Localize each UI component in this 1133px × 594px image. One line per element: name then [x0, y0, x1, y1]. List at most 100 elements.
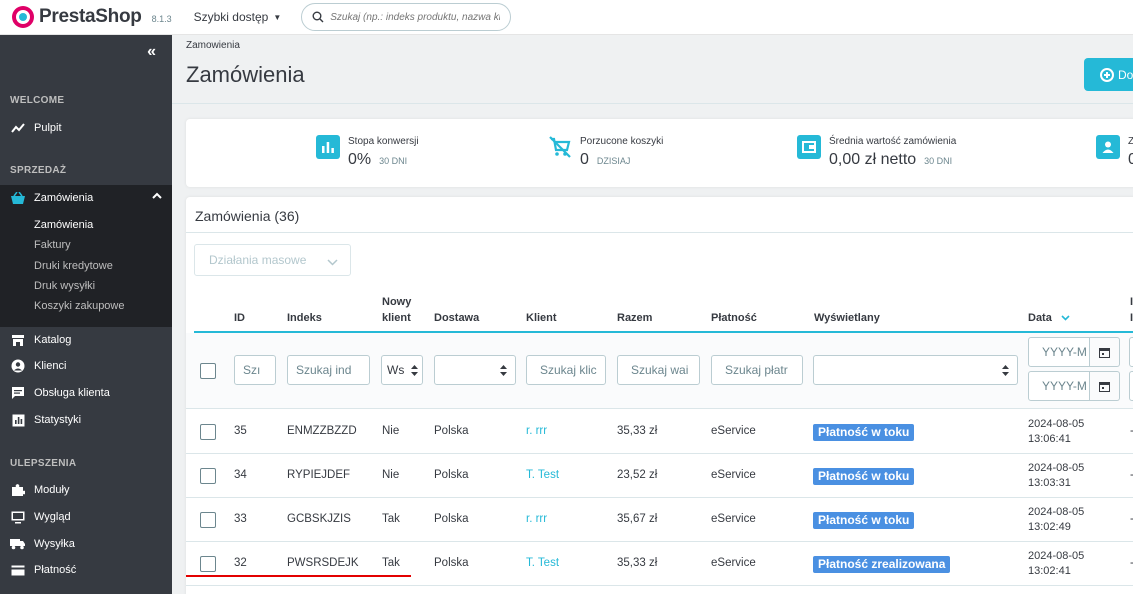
bulk-actions-label: Działania masowe — [209, 253, 307, 267]
cell-date: 2024-08-05 13:06:41 — [1028, 417, 1084, 447]
sidebar-item-customer-service[interactable]: Obsługa klienta — [0, 380, 172, 406]
top-bar: PrestaShop 8.1.3 Szybki dostęp ▼ — [0, 0, 1133, 35]
kpi-label: Średnia wartość zamówienia — [829, 136, 957, 147]
filter-customer-input[interactable]: Szukaj klic — [526, 355, 606, 385]
cell-customer-link[interactable]: r. rrr — [526, 425, 547, 437]
filter-extra-input[interactable] — [1129, 371, 1133, 401]
calendar-icon[interactable] — [1090, 337, 1120, 367]
sidebar-item-payment[interactable]: Płatność — [0, 557, 172, 583]
search-box[interactable] — [301, 3, 512, 31]
caret-down-icon: ▼ — [273, 12, 282, 22]
sidebar-item-label: Pulpit — [34, 122, 62, 134]
select-all-checkbox[interactable] — [200, 363, 216, 379]
table-row[interactable]: 33 GCBSKJZIS Tak Polska r. rrr 35,67 zł … — [186, 498, 1133, 542]
row-checkbox[interactable] — [200, 556, 216, 572]
filter-delivery-select[interactable] — [434, 355, 516, 385]
cell-delivery: Polska — [434, 425, 469, 437]
page-title: Zamówienia — [186, 62, 305, 87]
cell-date-time: 13:02:41 — [1028, 565, 1071, 577]
monitor-icon — [10, 509, 26, 525]
filter-extra-input[interactable] — [1129, 337, 1133, 367]
add-order-label: Do — [1118, 67, 1133, 82]
cell-delivery: Polska — [434, 469, 469, 481]
kpi-customers[interactable]: Zy 0 — [1096, 133, 1133, 169]
cell-date-time: 13:03:31 — [1028, 477, 1071, 489]
table-row[interactable]: 35 ENMZZBZZD Nie Polska r. rrr 35,33 zł … — [186, 410, 1133, 454]
filter-date-from-input[interactable]: YYYY-M — [1028, 337, 1090, 367]
sidebar-item-label: Statystyki — [34, 414, 82, 426]
status-badge[interactable]: Płatność w toku — [813, 468, 915, 485]
cell-id: 34 — [234, 469, 247, 481]
add-order-button[interactable]: Do — [1084, 58, 1133, 91]
row-checkbox[interactable] — [200, 512, 216, 528]
sidebar-item-design[interactable]: Wygląd — [0, 504, 172, 530]
cell-payment: eService — [711, 469, 756, 481]
column-header-delivery[interactable]: Dostawa — [434, 312, 479, 324]
kpi-value-text: 0 — [580, 151, 589, 168]
column-header-status[interactable]: Wyświetlany — [814, 312, 880, 324]
cell-customer-link[interactable]: T. Test — [526, 557, 559, 569]
column-header-total[interactable]: Razem — [617, 312, 652, 324]
logo[interactable]: PrestaShop 8.1.3 — [12, 6, 172, 28]
quick-access-dropdown[interactable]: Szybki dostęp ▼ — [194, 10, 282, 24]
sidebar-item-modules[interactable]: Moduły — [0, 477, 172, 503]
column-header-reference[interactable]: Indeks — [287, 312, 322, 324]
sidebar-item-label: Obsługa klienta — [34, 387, 110, 399]
sidebar-item-orders[interactable]: Zamówienia — [0, 185, 172, 211]
select-arrows-icon — [500, 365, 507, 379]
filter-new-client-select[interactable]: Ws — [381, 355, 423, 385]
calendar-icon[interactable] — [1090, 371, 1120, 401]
column-header-customer[interactable]: Klient — [526, 312, 557, 324]
column-header-new-client-line2[interactable]: klient — [382, 312, 411, 324]
credit-card-icon — [10, 562, 26, 578]
sidebar-subitem-credit-slips[interactable]: Druki kredytowe — [34, 260, 113, 272]
column-header-date[interactable]: Data — [1028, 312, 1070, 324]
bulk-actions-button[interactable]: Działania masowe — [194, 244, 351, 276]
sidebar-subitem-carts[interactable]: Koszyki zakupowe — [34, 300, 125, 312]
kpi-conversion[interactable]: Stopa konwersji 0% 30 DNI — [316, 133, 419, 169]
sidebar: « WELCOME Pulpit SPRZEDAŻ Zamówienia Zam… — [0, 35, 172, 594]
kpi-value-text: 0,00 zł netto — [829, 151, 917, 168]
cell-payment: eService — [711, 557, 756, 569]
sidebar-subitem-delivery-slips[interactable]: Druk wysyłki — [34, 280, 95, 292]
cell-customer-link[interactable]: r. rrr — [526, 513, 547, 525]
sidebar-subitem-invoices[interactable]: Faktury — [34, 239, 71, 251]
kpi-abandoned-carts[interactable]: Porzucone koszyki 0 DZISIAJ — [548, 133, 663, 169]
column-header-id[interactable]: ID — [234, 312, 245, 324]
sidebar-subitem-orders[interactable]: Zamówienia — [34, 219, 93, 231]
filter-id-input[interactable]: Szı — [234, 355, 276, 385]
collapse-sidebar-icon[interactable]: « — [147, 43, 156, 61]
status-badge[interactable]: Płatność w toku — [813, 424, 915, 441]
sidebar-item-shipping[interactable]: Wysyłka — [0, 531, 172, 557]
column-header-new-client-line1[interactable]: Nowy — [382, 296, 411, 308]
sidebar-item-stats[interactable]: Statystyki — [0, 407, 172, 433]
quick-access-label: Szybki dostęp — [193, 10, 269, 24]
column-header-payment[interactable]: Płatność — [711, 312, 757, 324]
cell-id: 35 — [234, 425, 247, 437]
cell-customer-link[interactable]: T. Test — [526, 469, 559, 481]
filter-total-input[interactable]: Szukaj wai — [617, 355, 700, 385]
filter-date-to-input[interactable]: YYYY-M — [1028, 371, 1090, 401]
row-checkbox[interactable] — [200, 424, 216, 440]
sidebar-item-dashboard[interactable]: Pulpit — [0, 115, 172, 141]
kpi-value-text: 0 — [1128, 151, 1133, 168]
search-input[interactable] — [330, 11, 501, 23]
status-badge[interactable]: Płatność w toku — [813, 512, 915, 529]
table-row[interactable]: 34 RYPIEJDEF Nie Polska T. Test 23,52 zł… — [186, 454, 1133, 498]
status-badge[interactable]: Płatność zrealizowana — [813, 556, 951, 573]
row-checkbox[interactable] — [200, 468, 216, 484]
kpi-average-order[interactable]: Średnia wartość zamówienia 0,00 zł netto… — [797, 133, 956, 169]
sidebar-item-label: Klienci — [34, 360, 67, 372]
cell-reference: GCBSKJZIS — [287, 513, 351, 525]
filter-status-select[interactable] — [813, 355, 1018, 385]
sidebar-item-label: Moduły — [34, 484, 70, 496]
sidebar-item-customers[interactable]: Klienci — [0, 353, 172, 379]
table-row[interactable]: 32 PWSRSDEJK Tak Polska T. Test 35,33 zł… — [186, 542, 1133, 586]
cell-new-client: Nie — [382, 469, 400, 481]
filter-payment-input[interactable]: Szukaj płatr — [711, 355, 803, 385]
breadcrumb[interactable]: Zamowienia — [186, 40, 240, 51]
cell-id: 33 — [234, 513, 247, 525]
cell-date-day: 2024-08-05 — [1028, 462, 1085, 474]
sidebar-item-catalog[interactable]: Katalog — [0, 327, 172, 353]
filter-reference-input[interactable]: Szukaj ind — [287, 355, 370, 385]
